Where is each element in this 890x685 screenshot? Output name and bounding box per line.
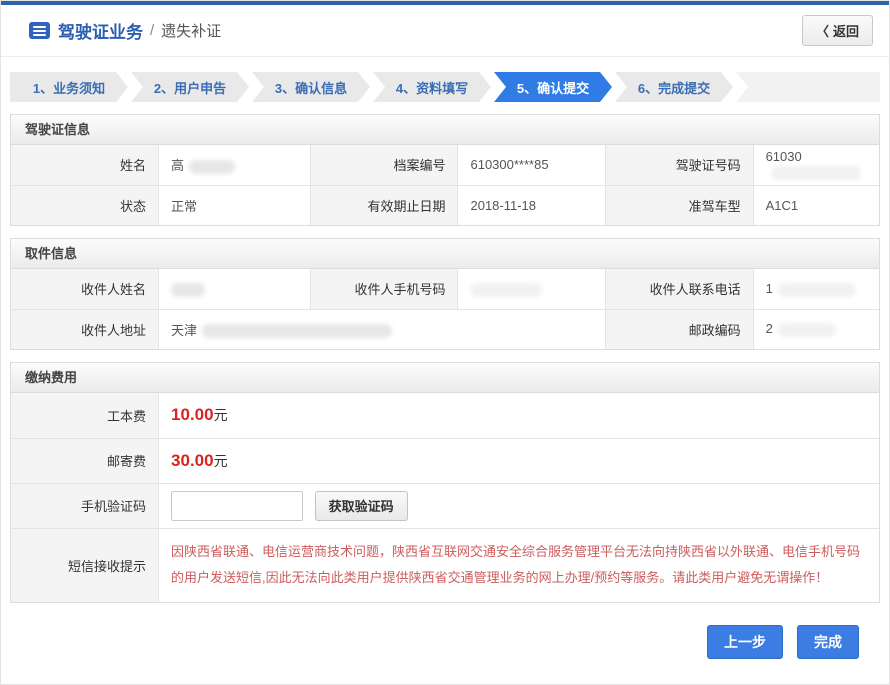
production-fee-label: 工本费 bbox=[11, 393, 159, 438]
table-row: 收件人地址 天津 邮政编码 2 bbox=[11, 309, 879, 349]
breadcrumb-current: 遗失补证 bbox=[161, 20, 221, 41]
sms-code-cell: 获取验证码 bbox=[159, 483, 879, 528]
sms-notice-text: 因陕西省联通、电信运营商技术问题，陕西省互联网交通安全综合服务管理平台无法向持陕… bbox=[171, 531, 867, 599]
redaction-smudge bbox=[470, 283, 542, 297]
file-number-label: 档案编号 bbox=[310, 145, 458, 185]
fees-table: 工本费 10.00元 邮寄费 30.00元 手机验证码 获取验证码 短信接收提示… bbox=[11, 393, 879, 602]
table-row: 邮寄费 30.00元 bbox=[11, 438, 879, 483]
license-section-title: 驾驶证信息 bbox=[11, 115, 879, 145]
step-track-filler bbox=[736, 72, 880, 102]
step-4-fill-data: 4、资料填写 bbox=[373, 72, 491, 102]
postcode-label: 邮政编码 bbox=[606, 309, 754, 349]
status-label: 状态 bbox=[11, 185, 159, 225]
redaction-smudge bbox=[778, 283, 856, 297]
production-fee-value: 10.00元 bbox=[159, 393, 879, 438]
name-value: 高 bbox=[159, 145, 311, 185]
recipient-phone-value: 1 bbox=[753, 269, 879, 309]
license-number-value: 61030 bbox=[753, 145, 879, 185]
fees-section: 缴纳费用 工本费 10.00元 邮寄费 30.00元 手机验证码 获取验证码 短… bbox=[10, 362, 880, 603]
step-3-confirm-info: 3、确认信息 bbox=[252, 72, 370, 102]
expiry-date-label: 有效期止日期 bbox=[310, 185, 458, 225]
currency-unit: 元 bbox=[214, 407, 228, 423]
postcode-value: 2 bbox=[753, 309, 879, 349]
fees-section-title: 缴纳费用 bbox=[11, 363, 879, 393]
step-wizard: 1、业务须知 2、用户申告 3、确认信息 4、资料填写 5、确认提交 6、完成提… bbox=[10, 72, 880, 102]
back-button[interactable]: 〈返回 bbox=[802, 15, 873, 46]
redaction-smudge bbox=[778, 323, 836, 337]
redaction-smudge bbox=[171, 283, 205, 297]
step-5-confirm-submit-active: 5、确认提交 bbox=[494, 72, 612, 102]
table-row: 收件人姓名 收件人手机号码 收件人联系电话 1 bbox=[11, 269, 879, 309]
recipient-name-label: 收件人姓名 bbox=[11, 269, 159, 309]
finish-button[interactable]: 完成 bbox=[797, 625, 859, 659]
pickup-info-table: 收件人姓名 收件人手机号码 收件人联系电话 1 收件人地址 天津 邮政编码 2 bbox=[11, 269, 879, 349]
previous-step-button[interactable]: 上一步 bbox=[707, 625, 783, 659]
redaction-smudge bbox=[771, 166, 861, 180]
table-row: 短信接收提示 因陕西省联通、电信运营商技术问题，陕西省互联网交通安全综合服务管理… bbox=[11, 528, 879, 602]
breadcrumb-divider: / bbox=[150, 22, 154, 39]
pickup-section-title: 取件信息 bbox=[11, 239, 879, 269]
step-6-finish: 6、完成提交 bbox=[615, 72, 733, 102]
production-fee-amount: 10.00 bbox=[171, 405, 214, 424]
recipient-address-value: 天津 bbox=[159, 309, 606, 349]
pickup-info-section: 取件信息 收件人姓名 收件人手机号码 收件人联系电话 1 收件人地址 天津 邮政… bbox=[10, 238, 880, 350]
table-row: 状态 正常 有效期止日期 2018-11-18 准驾车型 A1C1 bbox=[11, 185, 879, 225]
step-1-notice: 1、业务须知 bbox=[10, 72, 128, 102]
recipient-mobile-value bbox=[458, 269, 606, 309]
table-row: 姓名 高 档案编号 610300****85 驾驶证号码 61030 bbox=[11, 145, 879, 185]
footer-actions: 上一步 完成 bbox=[1, 625, 859, 659]
name-label: 姓名 bbox=[11, 145, 159, 185]
postage-fee-value: 30.00元 bbox=[159, 438, 879, 483]
recipient-address-label: 收件人地址 bbox=[11, 309, 159, 349]
recipient-phone-label: 收件人联系电话 bbox=[606, 269, 754, 309]
page: 驾驶证业务 / 遗失补证 〈返回 1、业务须知 2、用户申告 3、确认信息 4、… bbox=[0, 0, 890, 685]
status-value: 正常 bbox=[159, 185, 311, 225]
list-icon bbox=[29, 22, 50, 39]
sms-code-input[interactable] bbox=[171, 491, 303, 521]
sms-notice-cell: 因陕西省联通、电信运营商技术问题，陕西省互联网交通安全综合服务管理平台无法向持陕… bbox=[159, 528, 879, 602]
file-number-value: 610300****85 bbox=[458, 145, 606, 185]
license-info-section: 驾驶证信息 姓名 高 档案编号 610300****85 驾驶证号码 61030… bbox=[10, 114, 880, 226]
chevron-left-icon: 〈 bbox=[816, 21, 829, 40]
recipient-name-value bbox=[159, 269, 311, 309]
table-row: 手机验证码 获取验证码 bbox=[11, 483, 879, 528]
postage-fee-amount: 30.00 bbox=[171, 451, 214, 470]
postage-fee-label: 邮寄费 bbox=[11, 438, 159, 483]
redaction-smudge bbox=[189, 160, 235, 174]
back-button-label: 返回 bbox=[833, 21, 859, 40]
currency-unit: 元 bbox=[214, 453, 228, 469]
sms-code-label: 手机验证码 bbox=[11, 483, 159, 528]
get-code-button[interactable]: 获取验证码 bbox=[315, 491, 408, 521]
sms-notice-label: 短信接收提示 bbox=[11, 528, 159, 602]
table-row: 工本费 10.00元 bbox=[11, 393, 879, 438]
recipient-mobile-label: 收件人手机号码 bbox=[310, 269, 458, 309]
page-title: 驾驶证业务 bbox=[58, 18, 143, 43]
expiry-date-value: 2018-11-18 bbox=[458, 185, 606, 225]
license-info-table: 姓名 高 档案编号 610300****85 驾驶证号码 61030 状态 正常… bbox=[11, 145, 879, 225]
vehicle-class-label: 准驾车型 bbox=[606, 185, 754, 225]
header: 驾驶证业务 / 遗失补证 〈返回 bbox=[1, 5, 889, 57]
redaction-smudge bbox=[202, 324, 392, 338]
vehicle-class-value: A1C1 bbox=[753, 185, 879, 225]
step-2-declaration: 2、用户申告 bbox=[131, 72, 249, 102]
license-number-label: 驾驶证号码 bbox=[606, 145, 754, 185]
